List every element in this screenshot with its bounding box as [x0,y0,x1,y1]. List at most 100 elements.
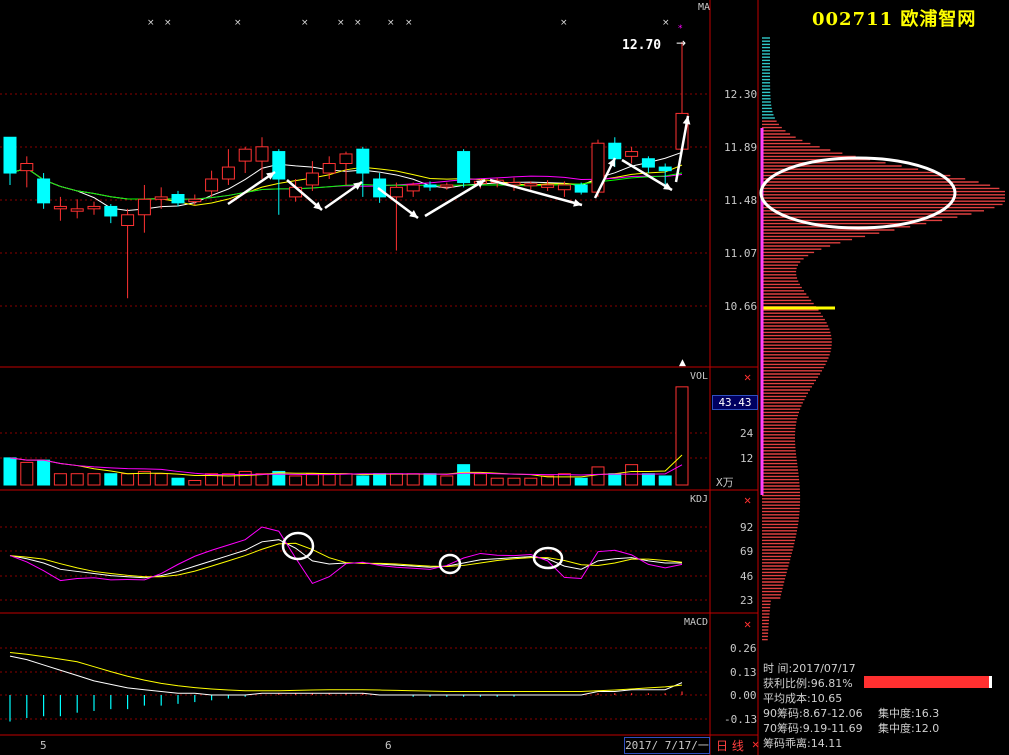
candle-body [171,194,185,204]
vol-tick: 24 [740,427,754,440]
price-tick: 11.07 [724,247,758,260]
candle-body [440,184,454,188]
macd-tick: 0.13 [730,666,757,679]
volume-bar [87,473,101,486]
candle-body [524,183,538,187]
kdj-d-line [9,542,683,578]
candle-body [70,208,84,212]
volume-bar [440,475,454,486]
top-marker-icon: × [301,18,309,28]
top-marker-icon: × [354,18,362,28]
candle-body [104,205,118,217]
candle-body [641,158,655,168]
top-marker-icon: × [662,18,670,28]
period-tab-daily[interactable]: 日 线 [716,737,744,754]
volume-bar [255,473,269,486]
vol-ma10-line [9,457,683,476]
candle-body [272,151,286,180]
panel-close-icon[interactable]: ✕ [752,737,759,751]
volume-bar [53,473,67,486]
volume-bar [121,473,135,486]
candle-body [322,162,336,174]
vol-unit: X万 [716,476,734,489]
candle-body [541,184,555,188]
macd-tick: 0.00 [730,689,757,702]
chip-90-range: 90筹码:8.67-12.06 [763,707,863,720]
top-marker-icon: × [337,18,345,28]
low-marker-icon: ▲ [679,358,686,368]
chip-time: 时 间:2017/07/17 [763,662,856,675]
volume-bar [154,473,168,486]
candle-body [305,172,319,186]
macd-dif-line [9,655,683,696]
volume-bar [641,473,655,486]
volume-bar [423,473,437,486]
kdj-k-line [9,539,682,579]
volume-bar [322,473,336,486]
candle-body [457,151,471,184]
volume-bar [591,466,605,486]
macd-tick: -0.13 [724,713,758,726]
volume-bar [70,473,84,486]
top-marker-icon: × [234,18,242,28]
candle-body [423,184,437,188]
top-marker-icon: × [387,18,395,28]
candle-body [221,166,235,180]
vol-tick: 12 [740,452,754,465]
price-tick: 11.89 [724,141,758,154]
volume-bar [490,477,504,486]
volume-bar [289,475,303,486]
candle-body [53,205,67,210]
volume-bar [171,477,185,486]
chip-avg-cost: 平均成本:10.65 [763,692,843,705]
volume-bar [457,464,471,486]
volume-bar [104,473,118,486]
candle-body [255,146,269,162]
candle-body [608,142,622,160]
high-price-label: 12.70 [622,38,662,53]
volume-bar [188,479,202,486]
volume-bar [20,461,34,486]
star-marker-icon: * [678,24,683,34]
kdj-tick: 92 [740,521,754,534]
chip-70-range: 70筹码:9.19-11.69 [763,722,863,735]
chip-70-concentration: 集中度:12.0 [878,722,940,735]
volume-bar [406,473,420,486]
x-axis-tick: 5 [40,739,47,752]
candle-body [20,162,34,172]
candle-body [3,136,17,174]
vol-close-icon[interactable]: ✕ [744,370,751,384]
x-axis-tick: 6 [385,739,392,752]
volume-bar [608,473,622,486]
candle-body [339,153,353,164]
kdj-tick: 69 [740,545,754,558]
top-marker-icon: × [147,18,155,28]
top-marker-icon: × [405,18,413,28]
macd-close-icon[interactable]: ✕ [744,617,751,631]
top-marker-icon: × [164,18,172,28]
volume-bar [373,473,387,486]
candle-body [238,148,252,162]
volume-bar [356,475,370,486]
volume-bar [37,459,51,486]
chip-divergence: 筹码乖离:14.11 [763,737,843,750]
chip-90-concentration: 集中度:16.3 [878,707,940,720]
candle-body [574,184,588,193]
volume-bar [3,457,17,486]
high-arrow-icon: → [676,36,686,50]
stock-chart[interactable]: × × × × × × × × × × → * ▲ [0,0,1009,755]
vol-label: VOL [690,371,709,382]
volume-bar [675,386,689,486]
volume-bar [574,477,588,486]
current-date-box: 2017/ 7/17/一 [624,737,710,754]
candle-body [625,151,639,157]
kdj-tick: 23 [740,594,754,607]
kdj-tick: 46 [740,570,754,583]
kdj-label: KDJ [690,494,709,505]
price-tick: 11.48 [724,194,758,207]
volume-bar [507,477,521,486]
candle-body [205,178,219,192]
candle-body [406,184,420,192]
candle-body [121,214,135,227]
kdj-close-icon[interactable]: ✕ [744,493,751,507]
